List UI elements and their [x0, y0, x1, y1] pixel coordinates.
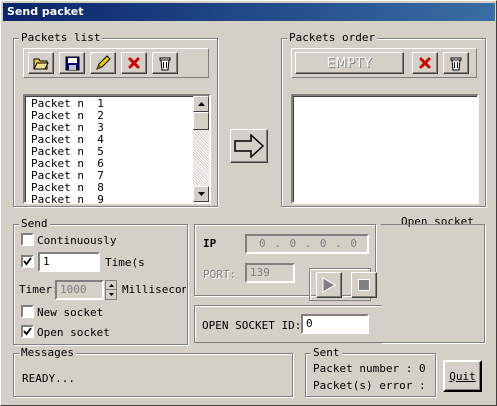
times-input[interactable]: 1: [38, 252, 100, 272]
scroll-down-button[interactable]: [193, 186, 209, 202]
open-socket-checkbox[interactable]: [21, 325, 34, 338]
open-socket-id-input[interactable]: 0: [301, 314, 369, 334]
add-to-order-button[interactable]: [230, 129, 268, 163]
send-group: Send Continuously 1 Time(s Timer: 1000 M…: [13, 218, 188, 345]
list-item[interactable]: Packet n 9: [31, 194, 104, 206]
packets-list-scrollbar[interactable]: [193, 96, 209, 202]
sent-legend: Sent: [311, 346, 342, 359]
packets-order-listbox[interactable]: [291, 94, 479, 204]
continuously-checkbox[interactable]: [21, 233, 34, 246]
quit-button[interactable]: Quit: [443, 360, 482, 392]
continuously-label: Continuously: [37, 234, 117, 247]
edit-button[interactable]: [90, 52, 116, 74]
packets-list-items: Packet n 1 Packet n 2 Packet n 3 Packet n 4…: [31, 98, 104, 206]
trash-button[interactable]: [152, 52, 178, 74]
packets-list-toolbar: [23, 48, 209, 78]
timer-input[interactable]: 1000: [55, 280, 104, 300]
times-label: Time(s: [105, 256, 145, 269]
packet-number-text: Packet number : 0: [313, 362, 426, 375]
quit-label: Quit: [449, 369, 476, 383]
empty-label: EMPTY: [326, 55, 373, 71]
title-bar[interactable]: Send packet: [3, 3, 495, 21]
packets-list-legend: Packets list: [19, 31, 103, 44]
timer-spinner[interactable]: [105, 280, 117, 300]
messages-legend: Messages: [19, 346, 76, 359]
timer-unit-label: Millisecond: [122, 283, 186, 296]
delete-button[interactable]: [121, 52, 147, 74]
scroll-up-button[interactable]: [193, 96, 209, 112]
spin-up-icon: [108, 283, 114, 287]
messages-group: Messages READY...: [13, 347, 293, 397]
save-disk-icon: [65, 56, 79, 70]
packets-listbox[interactable]: Packet n 1 Packet n 2 Packet n 3 Packet n 4…: [23, 94, 211, 206]
open-folder-button[interactable]: [28, 52, 54, 74]
send-legend: Send: [19, 217, 50, 230]
packets-order-toolbar: EMPTY: [291, 48, 477, 78]
arrow-down-icon: [197, 192, 205, 196]
empty-button[interactable]: EMPTY: [295, 52, 404, 74]
packets-list-group: Packets list Packet n 1 Packet n 2 Packet …: [13, 32, 218, 207]
times-checkbox[interactable]: [21, 255, 34, 268]
scroll-thumb[interactable]: [193, 112, 209, 130]
save-button[interactable]: [59, 52, 85, 74]
open-folder-icon: [33, 58, 49, 70]
order-trash-button[interactable]: [443, 52, 469, 74]
packets-order-group: Packets order EMPTY: [281, 32, 486, 207]
spin-down-icon: [108, 293, 114, 296]
open-socket-id-label: OPEN SOCKET ID:: [202, 319, 302, 332]
timer-label: Timer:: [19, 283, 59, 296]
send-packet-window: Send packet Packets list Packet n 1 Packe…: [0, 0, 497, 406]
checkmark-icon: [23, 327, 32, 336]
edit-pencil-icon: [96, 55, 111, 70]
delete-x-icon: [128, 57, 140, 69]
sent-group: Sent Packet number : 0 Packet(s) error :: [305, 347, 436, 397]
messages-text: READY...: [22, 372, 75, 385]
arrow-up-icon: [197, 102, 205, 106]
trash-icon: [450, 57, 462, 70]
packets-order-legend: Packets order: [287, 31, 378, 44]
window-title: Send packet: [7, 5, 84, 18]
trash-icon: [159, 57, 171, 70]
packet-error-text: Packet(s) error :: [313, 379, 426, 392]
checkmark-icon: [23, 257, 32, 266]
order-delete-button[interactable]: [412, 52, 438, 74]
delete-x-icon: [419, 57, 431, 69]
new-socket-label: New socket: [37, 306, 104, 319]
open-socket-frame-right: [381, 224, 485, 343]
open-socket-label: Open socket: [37, 326, 110, 339]
new-socket-checkbox[interactable]: [21, 305, 34, 318]
right-arrow-icon: [234, 134, 265, 158]
